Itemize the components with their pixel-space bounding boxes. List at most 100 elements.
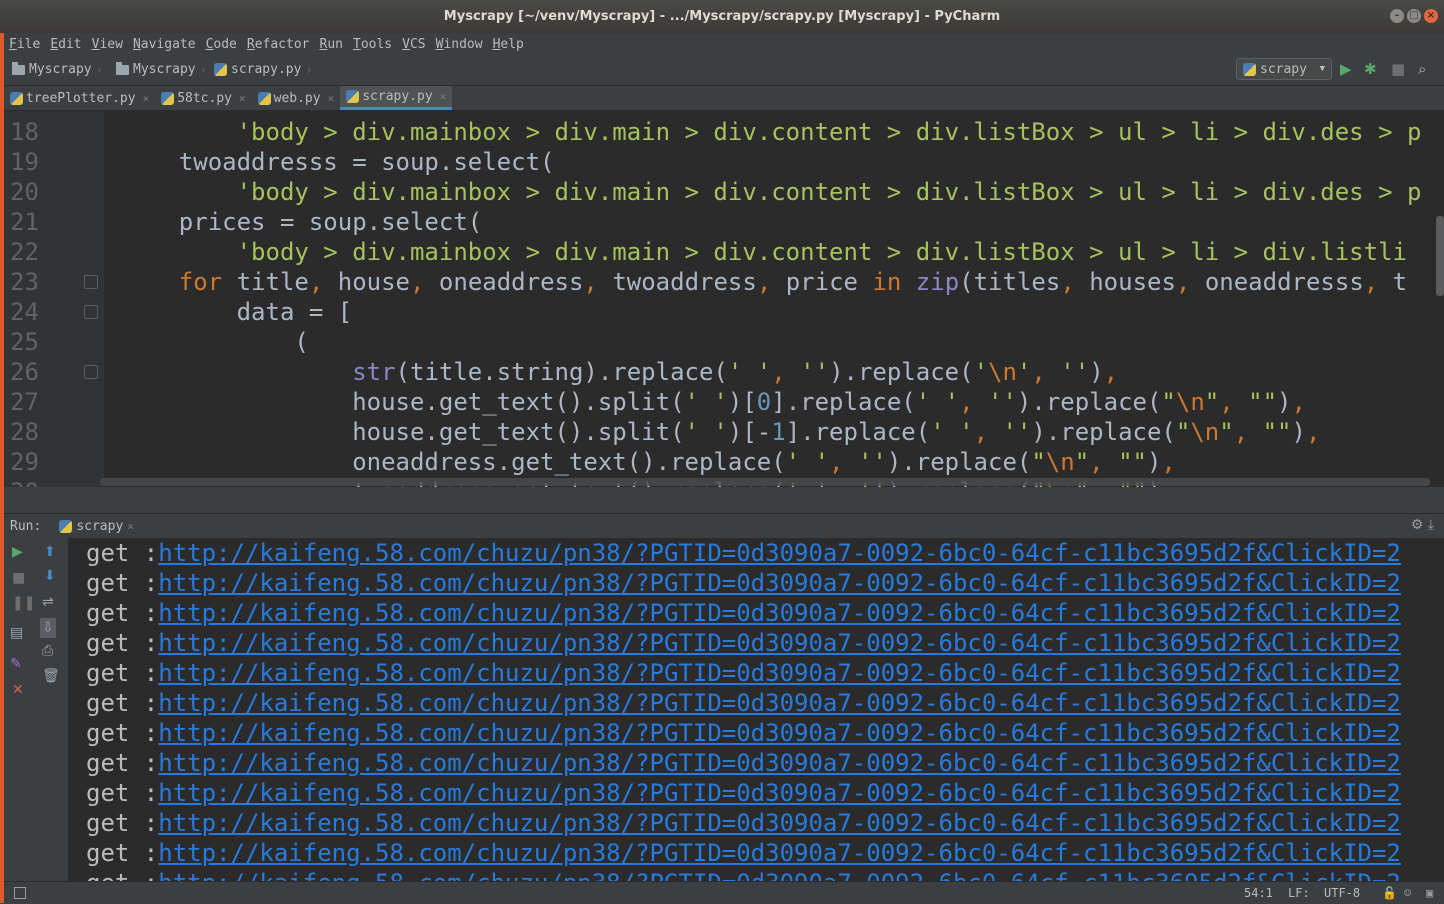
menu-edit[interactable]: Edit xyxy=(45,37,86,52)
menu-help[interactable]: Help xyxy=(488,37,529,52)
restore-layout-icon[interactable]: ▤ xyxy=(10,625,23,641)
code-line[interactable]: 20 'body > div.mainbox > div.main > div.… xyxy=(4,177,1444,207)
pin-icon[interactable]: ✎ xyxy=(10,656,22,672)
maximize-button[interactable]: □ xyxy=(1407,9,1421,23)
run-console[interactable]: get :http://kaifeng.58.com/chuzu/pn38/?P… xyxy=(68,538,1444,881)
line-number: 22 xyxy=(10,238,39,266)
console-output-line: get :http://kaifeng.58.com/chuzu/pn38/?P… xyxy=(86,598,1401,628)
output-url-link[interactable]: http://kaifeng.58.com/chuzu/pn38/?PGTID=… xyxy=(158,719,1401,747)
arrow-down-icon[interactable]: ⬇ xyxy=(44,568,56,584)
code-line[interactable]: 28 house.get_text().split(' ')[-1].repla… xyxy=(4,417,1444,447)
tab-web[interactable]: web.py × xyxy=(252,86,341,110)
debug-icon[interactable]: ✱ xyxy=(1364,61,1377,77)
line-separator[interactable]: LF: xyxy=(1288,886,1310,900)
output-url-link[interactable]: http://kaifeng.58.com/chuzu/pn38/?PGTID=… xyxy=(158,629,1401,657)
caret-position[interactable]: 54:1 xyxy=(1244,886,1273,900)
line-number: 18 xyxy=(10,118,39,146)
run-tab-scrapy[interactable]: scrapy × xyxy=(59,519,134,534)
breadcrumb-folder[interactable]: Myscrapy › xyxy=(116,61,207,77)
python-file-icon xyxy=(257,91,271,105)
output-prefix: get : xyxy=(86,719,159,747)
code-line[interactable]: 24 data = [ xyxy=(4,297,1444,327)
menu-tools[interactable]: Tools xyxy=(348,37,397,52)
code-text: prices = soup.select( xyxy=(121,208,483,236)
code-text: house.get_text().split(' ')[-1].replace(… xyxy=(121,418,1321,446)
tab-58tc[interactable]: 58tc.py × xyxy=(155,86,251,110)
code-editor[interactable]: 18 'body > div.mainbox > div.main > div.… xyxy=(4,111,1444,487)
code-line[interactable]: 29 oneaddress.get_text().replace(' ', ''… xyxy=(4,447,1444,477)
close-button[interactable]: × xyxy=(1424,9,1438,23)
tab-label: 58tc.py xyxy=(177,90,232,106)
vertical-scrollbar[interactable] xyxy=(1436,216,1444,296)
chevron-right-icon: › xyxy=(305,62,313,77)
output-url-link[interactable]: http://kaifeng.58.com/chuzu/pn38/?PGTID=… xyxy=(158,599,1401,627)
lock-icon[interactable]: 🔓 xyxy=(1382,886,1397,900)
python-file-icon xyxy=(346,90,360,103)
print-icon[interactable]: ⎙ xyxy=(42,643,53,659)
minimize-button[interactable]: – xyxy=(1390,9,1404,23)
event-log-icon[interactable]: ▣ xyxy=(1426,886,1433,900)
stop-icon[interactable]: ■ xyxy=(1391,61,1405,77)
output-url-link[interactable]: http://kaifeng.58.com/chuzu/pn38/?PGTID=… xyxy=(158,839,1401,867)
menu-file[interactable]: File xyxy=(4,37,45,52)
output-url-link[interactable]: http://kaifeng.58.com/chuzu/pn38/?PGTID=… xyxy=(158,749,1401,777)
close-tab-icon[interactable]: × xyxy=(143,92,150,105)
tab-treeplotter[interactable]: treePlotter.py × xyxy=(4,86,155,110)
line-number: 28 xyxy=(10,418,39,446)
tab-label: treePlotter.py xyxy=(26,90,136,106)
rerun-icon[interactable]: ▶ xyxy=(12,544,23,560)
scroll-to-end-icon[interactable]: ⇩ xyxy=(40,618,56,638)
output-url-link[interactable]: http://kaifeng.58.com/chuzu/pn38/?PGTID=… xyxy=(158,689,1401,717)
gear-icon[interactable]: ⚙ ⤓ xyxy=(1411,517,1434,533)
breadcrumb-file[interactable]: scrapy.py › xyxy=(214,62,313,77)
arrow-up-icon[interactable]: ⬆ xyxy=(44,544,56,560)
menu-code[interactable]: Code xyxy=(201,37,242,52)
horizontal-scrollbar[interactable] xyxy=(100,478,1430,486)
code-line[interactable]: 22 'body > div.mainbox > div.main > div.… xyxy=(4,237,1444,267)
output-url-link[interactable]: http://kaifeng.58.com/chuzu/pn38/?PGTID=… xyxy=(158,869,1401,881)
menu-run[interactable]: Run xyxy=(315,37,348,52)
breadcrumb-project[interactable]: Myscrapy › xyxy=(12,61,103,77)
close-tab-icon[interactable]: × xyxy=(328,92,335,105)
code-line[interactable]: 18 'body > div.mainbox > div.main > div.… xyxy=(4,117,1444,147)
output-url-link[interactable]: http://kaifeng.58.com/chuzu/pn38/?PGTID=… xyxy=(158,539,1401,567)
close-tab-icon[interactable]: × xyxy=(127,520,134,533)
fold-marker-icon[interactable] xyxy=(84,275,98,289)
output-url-link[interactable]: http://kaifeng.58.com/chuzu/pn38/?PGTID=… xyxy=(158,809,1401,837)
close-tab-icon[interactable]: × xyxy=(239,92,246,105)
output-url-link[interactable]: http://kaifeng.58.com/chuzu/pn38/?PGTID=… xyxy=(158,779,1401,807)
line-number: 23 xyxy=(10,268,39,296)
run-tab-label: scrapy xyxy=(76,518,124,534)
fold-marker-icon[interactable] xyxy=(84,305,98,319)
output-prefix: get : xyxy=(86,539,159,567)
tool-windows-icon[interactable] xyxy=(14,887,26,899)
code-line[interactable]: 21 prices = soup.select( xyxy=(4,207,1444,237)
menu-window[interactable]: Window xyxy=(431,37,488,52)
code-line[interactable]: 27 house.get_text().split(' ')[0].replac… xyxy=(4,387,1444,417)
output-url-link[interactable]: http://kaifeng.58.com/chuzu/pn38/?PGTID=… xyxy=(158,569,1401,597)
code-line[interactable]: 23 for title, house, oneaddress, twoaddr… xyxy=(4,267,1444,297)
fold-marker-icon[interactable] xyxy=(84,365,98,379)
run-icon[interactable]: ▶ xyxy=(1340,61,1352,77)
close-tab-icon[interactable]: × xyxy=(440,90,447,103)
trash-icon[interactable]: 🗑 xyxy=(42,668,60,684)
close-icon[interactable]: ✕ xyxy=(12,682,24,698)
search-icon[interactable]: ⌕ xyxy=(1418,61,1426,77)
output-url-link[interactable]: http://kaifeng.58.com/chuzu/pn38/?PGTID=… xyxy=(158,659,1401,687)
run-configuration-select[interactable]: scrapy ▼ xyxy=(1236,58,1332,80)
pause-icon[interactable]: ❚❚ xyxy=(12,595,35,611)
code-line[interactable]: 19 twoaddresss = soup.select( xyxy=(4,147,1444,177)
menu-vcs[interactable]: VCS xyxy=(397,37,430,52)
stop-icon[interactable]: ■ xyxy=(12,570,25,586)
menu-refactor[interactable]: Refactor xyxy=(242,37,315,52)
python-file-icon xyxy=(59,519,73,533)
tab-scrapy[interactable]: scrapy.py × xyxy=(340,86,453,110)
run-label: Run: xyxy=(10,518,42,534)
code-line[interactable]: 25 ( xyxy=(4,327,1444,357)
menu-view[interactable]: View xyxy=(87,37,128,52)
file-encoding[interactable]: UTF-8 xyxy=(1324,886,1360,900)
inspector-icon[interactable]: ☺ xyxy=(1404,886,1411,900)
code-line[interactable]: 26 str(title.string).replace(' ', '').re… xyxy=(4,357,1444,387)
menu-navigate[interactable]: Navigate xyxy=(128,37,201,52)
soft-wrap-icon[interactable]: ⇌ xyxy=(42,594,54,610)
